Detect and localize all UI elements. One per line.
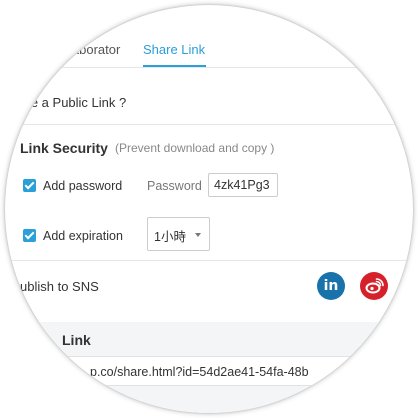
link-section-title: Link	[62, 332, 91, 348]
active-tab-indicator	[143, 65, 206, 67]
link-security-title: Link Security	[20, 140, 108, 156]
chevron-down-icon	[195, 233, 201, 237]
divider	[5, 260, 413, 261]
zoom-lens: laborator Share Link ate a Public Link ?…	[5, 5, 413, 413]
add-password-checkbox[interactable]	[23, 179, 36, 192]
linkedin-icon[interactable]: in	[317, 272, 345, 300]
linkedin-icon-text: in	[323, 278, 339, 294]
add-password-label: Add password	[43, 179, 123, 193]
share-url-text: p.co/share.html?id=54d2ae41-54fa-48b	[90, 365, 309, 379]
tab-share-link[interactable]: Share Link	[143, 42, 205, 57]
password-field-label: Password	[147, 179, 202, 193]
weibo-icon[interactable]	[360, 272, 388, 300]
expiration-selected-value: 1小時	[154, 230, 186, 244]
share-url-field[interactable]: p.co/share.html?id=54d2ae41-54fa-48b	[5, 356, 413, 386]
expiration-select[interactable]: 1小時	[147, 217, 210, 251]
weibo-glyph	[365, 278, 384, 294]
password-input[interactable]	[208, 173, 278, 197]
add-expiration-checkbox[interactable]	[23, 229, 36, 242]
tab-bar: laborator Share Link	[5, 5, 413, 68]
add-expiration-label: Add expiration	[43, 229, 123, 243]
tab-collaborator[interactable]: laborator	[69, 42, 120, 57]
divider	[5, 124, 413, 125]
share-dialog: laborator Share Link ate a Public Link ?…	[5, 5, 413, 413]
link-security-note: (Prevent download and copy )	[115, 141, 275, 155]
public-link-question: ate a Public Link ?	[20, 95, 127, 110]
publish-sns-label: ublish to SNS	[20, 279, 99, 294]
